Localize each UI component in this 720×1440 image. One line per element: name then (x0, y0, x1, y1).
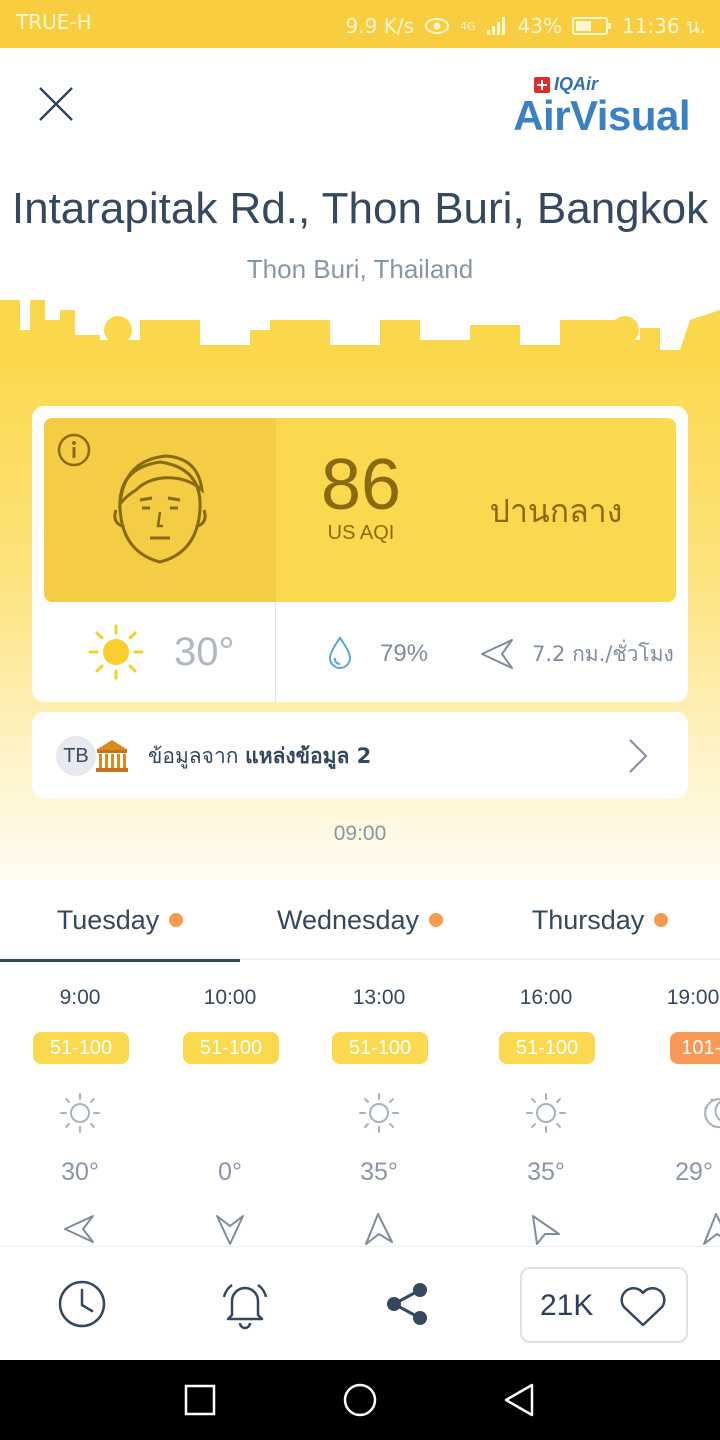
wind-direction-icon (216, 1215, 244, 1245)
source-prefix: ข้อมูลจาก (148, 744, 246, 768)
wind-speed: 7.2 กม./ชั่วโมง (532, 642, 674, 666)
face-moderate-icon (113, 454, 207, 564)
aqi-dot-indicator (169, 913, 184, 927)
government-building-icon (96, 740, 128, 772)
share-icon[interactable] (380, 1277, 434, 1331)
weather-divider (275, 602, 276, 702)
tab-tuesday[interactable]: Tuesday (0, 880, 240, 962)
humidity-drop-icon (328, 636, 352, 669)
location-title: Intarapitak Rd., Thon Buri, Bangkok (11, 184, 709, 233)
hour-temperature: 35° (527, 1158, 565, 1186)
moon-icon (704, 1098, 720, 1129)
aqi-unit: US AQI (327, 522, 395, 544)
wind-direction-icon (64, 1215, 94, 1243)
clock: 11:36 น. (621, 14, 706, 38)
sun-outline-icon (526, 1093, 566, 1133)
aqi-range-badge: 101-150 (670, 1032, 720, 1064)
aqi-value-panel: 86 US AQI ปานกลาง (276, 418, 676, 602)
aqi-card: 86 US AQI ปานกลาง 30° 79% 7.2 กม./ชั่วโม… (32, 406, 688, 702)
aqi-dot-indicator (654, 913, 669, 927)
aqi-face-panel (44, 418, 276, 602)
carrier-label: TRUE-H (16, 10, 92, 34)
system-navigation-bar (0, 1360, 720, 1440)
wind-direction-icon (481, 639, 513, 669)
tab-label: Tuesday (56, 904, 160, 935)
city-skyline-decoration (0, 290, 720, 370)
battery-icon (571, 17, 611, 35)
humidity-value: 79% (380, 640, 429, 667)
source-name: แหล่งข้อมูล 2 (245, 744, 372, 768)
eye-icon (424, 18, 449, 34)
wind-direction-icon (532, 1215, 560, 1245)
sun-icon (88, 624, 144, 680)
hour-time: 9:00 (59, 986, 101, 1009)
home-icon[interactable] (340, 1380, 380, 1420)
hourly-forecast-item: 13:00 51-100 35° (324, 980, 434, 1250)
wind-direction-icon (365, 1213, 393, 1245)
hourly-forecast-item: 10:00 51-100 0° (175, 980, 285, 1250)
chevron-right-icon (629, 739, 648, 773)
heart-icon (620, 1286, 666, 1327)
data-source-row[interactable]: TB ข้อมูลจาก แหล่งข้อมูล 2 (32, 712, 688, 798)
tab-thursday[interactable]: Thursday (480, 880, 720, 960)
aqi-range-badge: 51-100 (183, 1032, 279, 1064)
hour-temperature: 0° (218, 1158, 242, 1186)
wind-direction-icon (703, 1213, 720, 1245)
signal-icon (486, 17, 505, 35)
close-icon[interactable] (28, 76, 84, 132)
tab-label: Wednesday (276, 904, 420, 935)
back-icon[interactable] (500, 1380, 540, 1420)
airvisual-label: AirVisual (513, 92, 690, 139)
net-speed: 9.9 K/s (345, 14, 414, 38)
hour-time: 19:00 (666, 986, 720, 1009)
status-bar: TRUE-H 9.9 K/s 4G 43% 11:36 น. (0, 0, 720, 48)
hourly-forecast-item: 16:00 51-100 35° (491, 980, 601, 1250)
source-text: ข้อมูลจาก แหล่งข้อมูล 2 (148, 740, 371, 773)
battery-percent: 43% (517, 14, 562, 38)
network-type: 4G (459, 19, 476, 33)
hour-time: 13:00 (352, 986, 406, 1009)
aqi-dot-indicator (429, 913, 444, 927)
like-button[interactable]: 21K (520, 1267, 688, 1343)
like-count: 21K (540, 1289, 594, 1322)
hourly-forecast-item: 19:00 101-150 29° (666, 980, 720, 1250)
tab-wednesday[interactable]: Wednesday (240, 880, 480, 960)
notification-bell-icon[interactable] (218, 1277, 272, 1331)
history-clock-icon[interactable] (55, 1277, 109, 1331)
hour-temperature: 35° (360, 1158, 398, 1186)
aqi-status: ปานกลาง (489, 492, 623, 530)
forecast-day-tabs: Tuesday Wednesday Thursday (0, 880, 720, 962)
bottom-action-bar: 21K (0, 1246, 720, 1360)
recent-apps-icon[interactable] (180, 1380, 220, 1420)
aqi-range-badge: 51-100 (499, 1032, 595, 1064)
sun-outline-icon (60, 1093, 100, 1133)
hour-temperature: 30° (61, 1158, 99, 1186)
hourly-forecast-item: 9:00 51-100 30° (25, 980, 135, 1250)
aqi-range-badge: 51-100 (332, 1032, 428, 1064)
aqi-range-badge: 51-100 (33, 1032, 129, 1064)
tab-label: Thursday (531, 904, 645, 935)
hour-temperature: 29° (675, 1158, 713, 1186)
status-bar-right: 9.9 K/s 4G 43% 11:36 น. (346, 10, 706, 42)
swiss-cross-icon (533, 76, 550, 93)
airvisual-logo: IQAir AirVisual (490, 72, 690, 139)
hour-time: 10:00 (203, 986, 257, 1009)
source-badge: TB (56, 736, 96, 776)
last-update-time: 09:00 (333, 822, 387, 845)
current-temperature: 30° (174, 630, 235, 674)
hour-time: 16:00 (519, 986, 573, 1009)
aqi-value: 86 (320, 445, 402, 525)
location-subtitle: Thon Buri, Thailand (246, 254, 474, 284)
info-icon[interactable] (56, 432, 92, 468)
sun-outline-icon (359, 1093, 399, 1133)
